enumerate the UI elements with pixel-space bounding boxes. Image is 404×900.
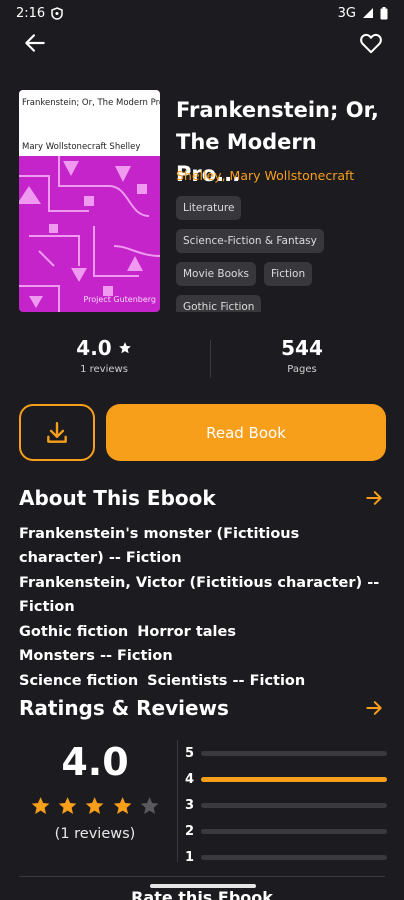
pages-value: 544 [281, 336, 323, 360]
heart-outline-icon[interactable] [358, 30, 384, 56]
rating-bar-track [201, 776, 387, 782]
reviews-count-label: 1 reviews [80, 364, 128, 375]
rating-bar-fill [201, 776, 387, 782]
star-icon [118, 342, 131, 354]
read-book-button[interactable]: Read Book [106, 404, 386, 461]
subject-item[interactable]: Gothic fiction [19, 620, 128, 644]
stats-divider [210, 340, 211, 378]
book-stats: 4.0 1 reviews 544 Pages [0, 336, 404, 384]
cover-publisher: Project Gutenberg [83, 295, 156, 304]
gesture-handle [150, 884, 256, 888]
average-rating: 4.0 [61, 740, 129, 784]
rating-bar-row: 4 [185, 766, 387, 792]
tag-chip[interactable]: Movie Books [176, 262, 257, 286]
ratings-divider [177, 740, 178, 862]
about-section-title: About This Ebook [19, 486, 216, 510]
battery-icon [380, 6, 388, 19]
rating-bar-label: 1 [185, 849, 195, 865]
rating-bar-track [201, 828, 387, 834]
tag-list: Literature Science-Fiction & Fantasy Mov… [176, 196, 391, 312]
tag-chip[interactable]: Literature [176, 196, 242, 220]
subject-item[interactable]: Horror tales [137, 620, 236, 644]
arrow-right-icon[interactable] [364, 698, 384, 718]
star-icon [113, 797, 132, 814]
app-bar [0, 28, 404, 58]
rating-summary: 4.0 (1 reviews) [30, 740, 160, 842]
star-icon [58, 797, 77, 814]
cover-pattern [19, 156, 160, 312]
subject-item[interactable]: Science fiction [19, 669, 138, 693]
cover-title: Frankenstein; Or, The Modern Prometheus [22, 98, 160, 108]
status-bar: 2:16 3G [0, 0, 404, 26]
rating-distribution: 5 4 3 2 1 [185, 740, 387, 870]
rating-bar-label: 3 [185, 797, 195, 813]
cover-author: Mary Wollstonecraft Shelley [22, 142, 141, 152]
star-rating [30, 794, 160, 818]
rating-bar-row: 3 [185, 792, 387, 818]
subject-item[interactable]: Frankenstein's monster (Fictitious chara… [19, 522, 389, 570]
vpn-shield-icon [51, 6, 63, 20]
status-time: 2:16 [16, 5, 46, 21]
rate-ebook-title[interactable]: Rate this Ebook [0, 888, 404, 900]
rating-stat: 4.0 1 reviews [34, 336, 174, 375]
rating-bar-row: 2 [185, 818, 387, 844]
section-divider [19, 876, 385, 877]
network-label: 3G [337, 5, 356, 21]
rating-bar-label: 5 [185, 745, 195, 761]
pages-label: Pages [287, 364, 317, 375]
rating-bar-label: 4 [185, 771, 195, 787]
arrow-left-icon[interactable] [22, 30, 48, 56]
rating-value: 4.0 [76, 336, 112, 360]
subject-item[interactable]: Frankenstein, Victor (Fictitious charact… [19, 571, 389, 619]
tag-chip[interactable]: Gothic Fiction [176, 295, 262, 312]
rating-bar-row: 1 [185, 844, 387, 870]
book-author[interactable]: Shelley, Mary Wollstonecraft [176, 168, 354, 183]
star-icon [31, 797, 50, 814]
subject-item[interactable]: Monsters -- Fiction [19, 644, 173, 668]
rating-bar-track [201, 802, 387, 808]
tag-chip[interactable]: Fiction [264, 262, 313, 286]
arrow-right-icon[interactable] [364, 488, 384, 508]
star-icon [140, 797, 159, 814]
rating-bar-track [201, 854, 387, 860]
rating-bar-label: 2 [185, 823, 195, 839]
review-count: (1 reviews) [54, 826, 136, 842]
rating-bar-row: 5 [185, 740, 387, 766]
subject-list: Frankenstein's monster (Fictitious chara… [19, 522, 389, 694]
pages-stat: 544 Pages [232, 336, 372, 375]
tag-chip[interactable]: Science-Fiction & Fantasy [176, 229, 324, 253]
download-button[interactable] [19, 404, 95, 461]
subject-item[interactable]: Scientists -- Fiction [147, 669, 305, 693]
book-cover: Frankenstein; Or, The Modern Prometheus … [19, 90, 160, 312]
star-icon [86, 797, 104, 814]
ratings-section-title: Ratings & Reviews [19, 696, 229, 720]
signal-icon [363, 8, 373, 18]
rating-bar-track [201, 750, 387, 756]
download-icon [47, 421, 67, 443]
